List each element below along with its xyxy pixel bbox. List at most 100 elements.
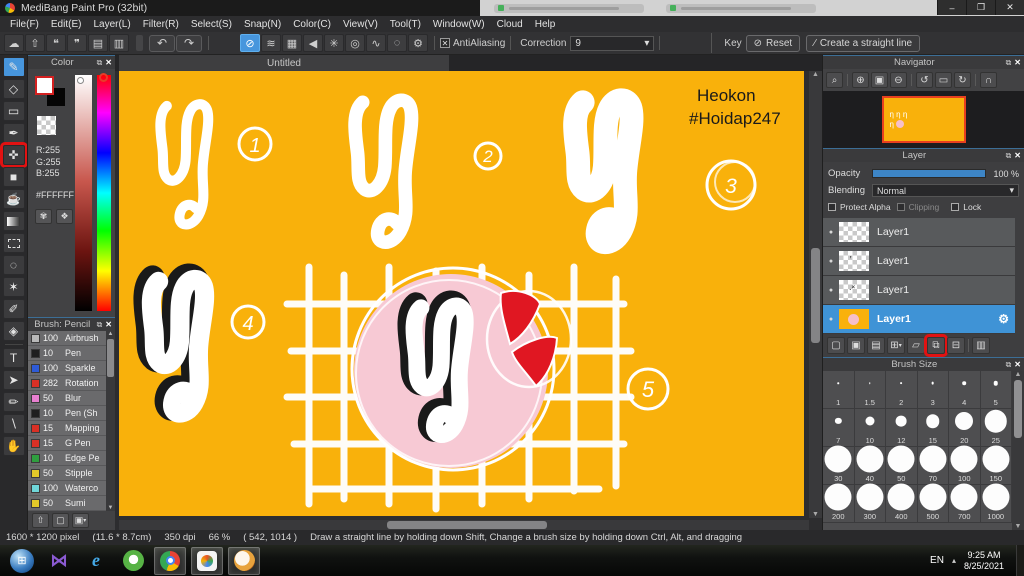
brush-list-item[interactable]: 10 Pen [28, 346, 106, 361]
add-brush-icon[interactable]: ▢ [52, 513, 69, 528]
brush-list-item[interactable]: 10 Pen (Sh [28, 406, 106, 421]
fit-screen-icon[interactable]: ▣ [871, 72, 888, 88]
opacity-slider[interactable] [872, 169, 986, 178]
brush-size-cell[interactable]: 700 [949, 483, 981, 523]
snap-off-icon[interactable]: ⊘ [240, 34, 260, 52]
brush-size-cell[interactable]: 20 [949, 409, 981, 447]
menu-color[interactable]: Color(C) [287, 19, 337, 30]
transparent-color-swatch[interactable] [37, 116, 56, 135]
brush-size-cell[interactable]: 1000 [980, 483, 1012, 523]
close-icon[interactable]: ✕ [105, 58, 112, 67]
popout-icon[interactable]: ⧉ [97, 320, 103, 330]
menu-help[interactable]: Help [529, 19, 562, 30]
merge-layer-button[interactable]: ⊟ [947, 337, 965, 354]
brush-cloud-icon[interactable]: ⇧ [32, 513, 49, 528]
delete-layer-button[interactable]: ▥ [972, 337, 990, 354]
brush-list-item[interactable]: 10 Edge Pe [28, 451, 106, 466]
brush-list-item[interactable]: 282 Rotation [28, 376, 106, 391]
close-icon[interactable]: ✕ [105, 320, 112, 329]
brush-size-scrollbar[interactable]: ▲ ▼ [1012, 371, 1024, 530]
comment-icon[interactable]: ❝ [46, 34, 66, 52]
fill-tool[interactable]: ■ [2, 167, 25, 187]
canvas-horizontal-scrollbar[interactable] [119, 520, 809, 530]
brush-size-cell[interactable]: 5 [980, 371, 1012, 409]
lasso-tool[interactable]: ◌ [2, 255, 25, 275]
layer-row[interactable]: ● ∙˟ Layer1 [823, 276, 1015, 305]
minimize-button[interactable]: – [937, 0, 966, 15]
menu-view[interactable]: View(V) [337, 19, 384, 30]
brush-list-item[interactable]: 15 G Pen [28, 436, 106, 451]
radial-snap-icon[interactable]: ✳ [324, 34, 344, 52]
taskbar-internet-explorer[interactable]: e [80, 547, 112, 575]
taskbar-medibang-paint[interactable] [228, 546, 260, 575]
menu-layer[interactable]: Layer(L) [87, 19, 136, 30]
navigator-zoom-icon[interactable]: ⌕ [826, 72, 843, 88]
add-layer-button[interactable]: ▢ [827, 337, 845, 354]
antialiasing-checkbox[interactable]: ✕ AntiAliasing [440, 38, 505, 49]
brush-menu-icon[interactable]: ▣ ▾ [72, 513, 89, 528]
brush-size-cell[interactable]: 40 [854, 445, 886, 485]
popout-icon[interactable]: ⧉ [1006, 151, 1012, 161]
figure-tool[interactable]: ▭ [2, 101, 25, 121]
brush-size-cell[interactable]: 100 [949, 445, 981, 485]
brush-size-cell[interactable]: 4 [949, 371, 981, 409]
canvas-vertical-scrollbar[interactable]: ▲ ▼ [809, 71, 822, 518]
saturation-value-bar[interactable] [75, 75, 92, 311]
popout-icon[interactable]: ⧉ [1006, 360, 1012, 370]
brush-size-cell[interactable]: 1.5 [854, 371, 886, 409]
lock-checkbox[interactable] [951, 203, 960, 211]
visibility-icon[interactable]: ● [823, 287, 839, 294]
upload-icon[interactable]: ⇧ [25, 34, 45, 52]
operation-tool[interactable]: ➤ [2, 370, 25, 390]
clock[interactable]: 9:25 AM 8/25/2021 [964, 550, 1004, 572]
palette-icon[interactable]: ✾ [35, 209, 52, 224]
layer-row[interactable]: ● Layer1 [823, 218, 1015, 247]
brush-size-cell[interactable]: 2 [886, 371, 918, 409]
document-tab[interactable]: Untitled [119, 55, 449, 71]
menu-edit[interactable]: Edit(E) [45, 19, 88, 30]
layer-row[interactable]: ● ʼ Layer1 [823, 247, 1015, 276]
hue-indicator[interactable] [99, 73, 108, 82]
rotate-right-icon[interactable]: ↻ [954, 72, 971, 88]
document-list-icon[interactable]: ▥ [109, 34, 129, 52]
brush-size-cell[interactable]: 7 [823, 409, 855, 447]
tray-expand-icon[interactable]: ▴ [952, 556, 956, 565]
brush-size-cell[interactable]: 1 [823, 371, 855, 409]
taskbar-coccoc[interactable] [117, 547, 149, 575]
add-layer-menu-button[interactable]: ⊞ ▾ [887, 337, 905, 354]
brush-size-cell[interactable]: 25 [980, 409, 1012, 447]
pen-tool[interactable]: ✏ [2, 392, 25, 412]
brush-list-item[interactable]: 100 Waterco [28, 481, 106, 496]
ellipse-snap-icon[interactable]: ◌ [387, 34, 407, 52]
menu-select[interactable]: Select(S) [185, 19, 238, 30]
taskbar-medibang-launcher[interactable] [191, 546, 223, 575]
folder-icon[interactable]: ▱ [907, 337, 925, 354]
brush-list-item[interactable]: 100 Sparkle [28, 361, 106, 376]
sv-indicator[interactable] [77, 77, 84, 84]
menu-filter[interactable]: Filter(R) [137, 19, 185, 30]
brush-size-cell[interactable]: 70 [917, 445, 949, 485]
brush-size-cell[interactable]: 500 [917, 483, 949, 523]
brush-list-item[interactable]: 50 Sumi [28, 496, 106, 511]
close-icon[interactable]: ✕ [1014, 360, 1021, 369]
correction-dropdown[interactable]: 9 ▾ [570, 35, 655, 51]
create-straight-line-button[interactable]: ∕ Create a straight line [806, 34, 921, 52]
undo-button[interactable]: ↶ [149, 34, 175, 52]
brush-list-item[interactable]: 50 Blur [28, 391, 106, 406]
brush-size-cell[interactable]: 12 [886, 409, 918, 447]
select-tool[interactable] [2, 233, 25, 253]
text-tool[interactable]: T [2, 348, 25, 368]
brush-size-cell[interactable]: 300 [854, 483, 886, 523]
select-eraser-tool[interactable]: ◈ [2, 321, 25, 341]
brush-size-cell[interactable]: 30 [823, 445, 855, 485]
cloud-icon[interactable]: ☁ [4, 34, 24, 52]
brush-size-cell[interactable]: 10 [854, 409, 886, 447]
menu-file[interactable]: File(F) [4, 19, 45, 30]
brush-size-cell[interactable]: 50 [886, 445, 918, 485]
snap-settings-icon[interactable]: ⚙ [408, 34, 428, 52]
color-picker-icon[interactable]: ❖ [56, 209, 73, 224]
control-point-tool[interactable]: ✒ [2, 123, 25, 143]
visibility-icon[interactable]: ● [823, 316, 839, 323]
restore-button[interactable]: ❐ [966, 0, 995, 15]
brush-size-cell[interactable]: 200 [823, 483, 855, 523]
